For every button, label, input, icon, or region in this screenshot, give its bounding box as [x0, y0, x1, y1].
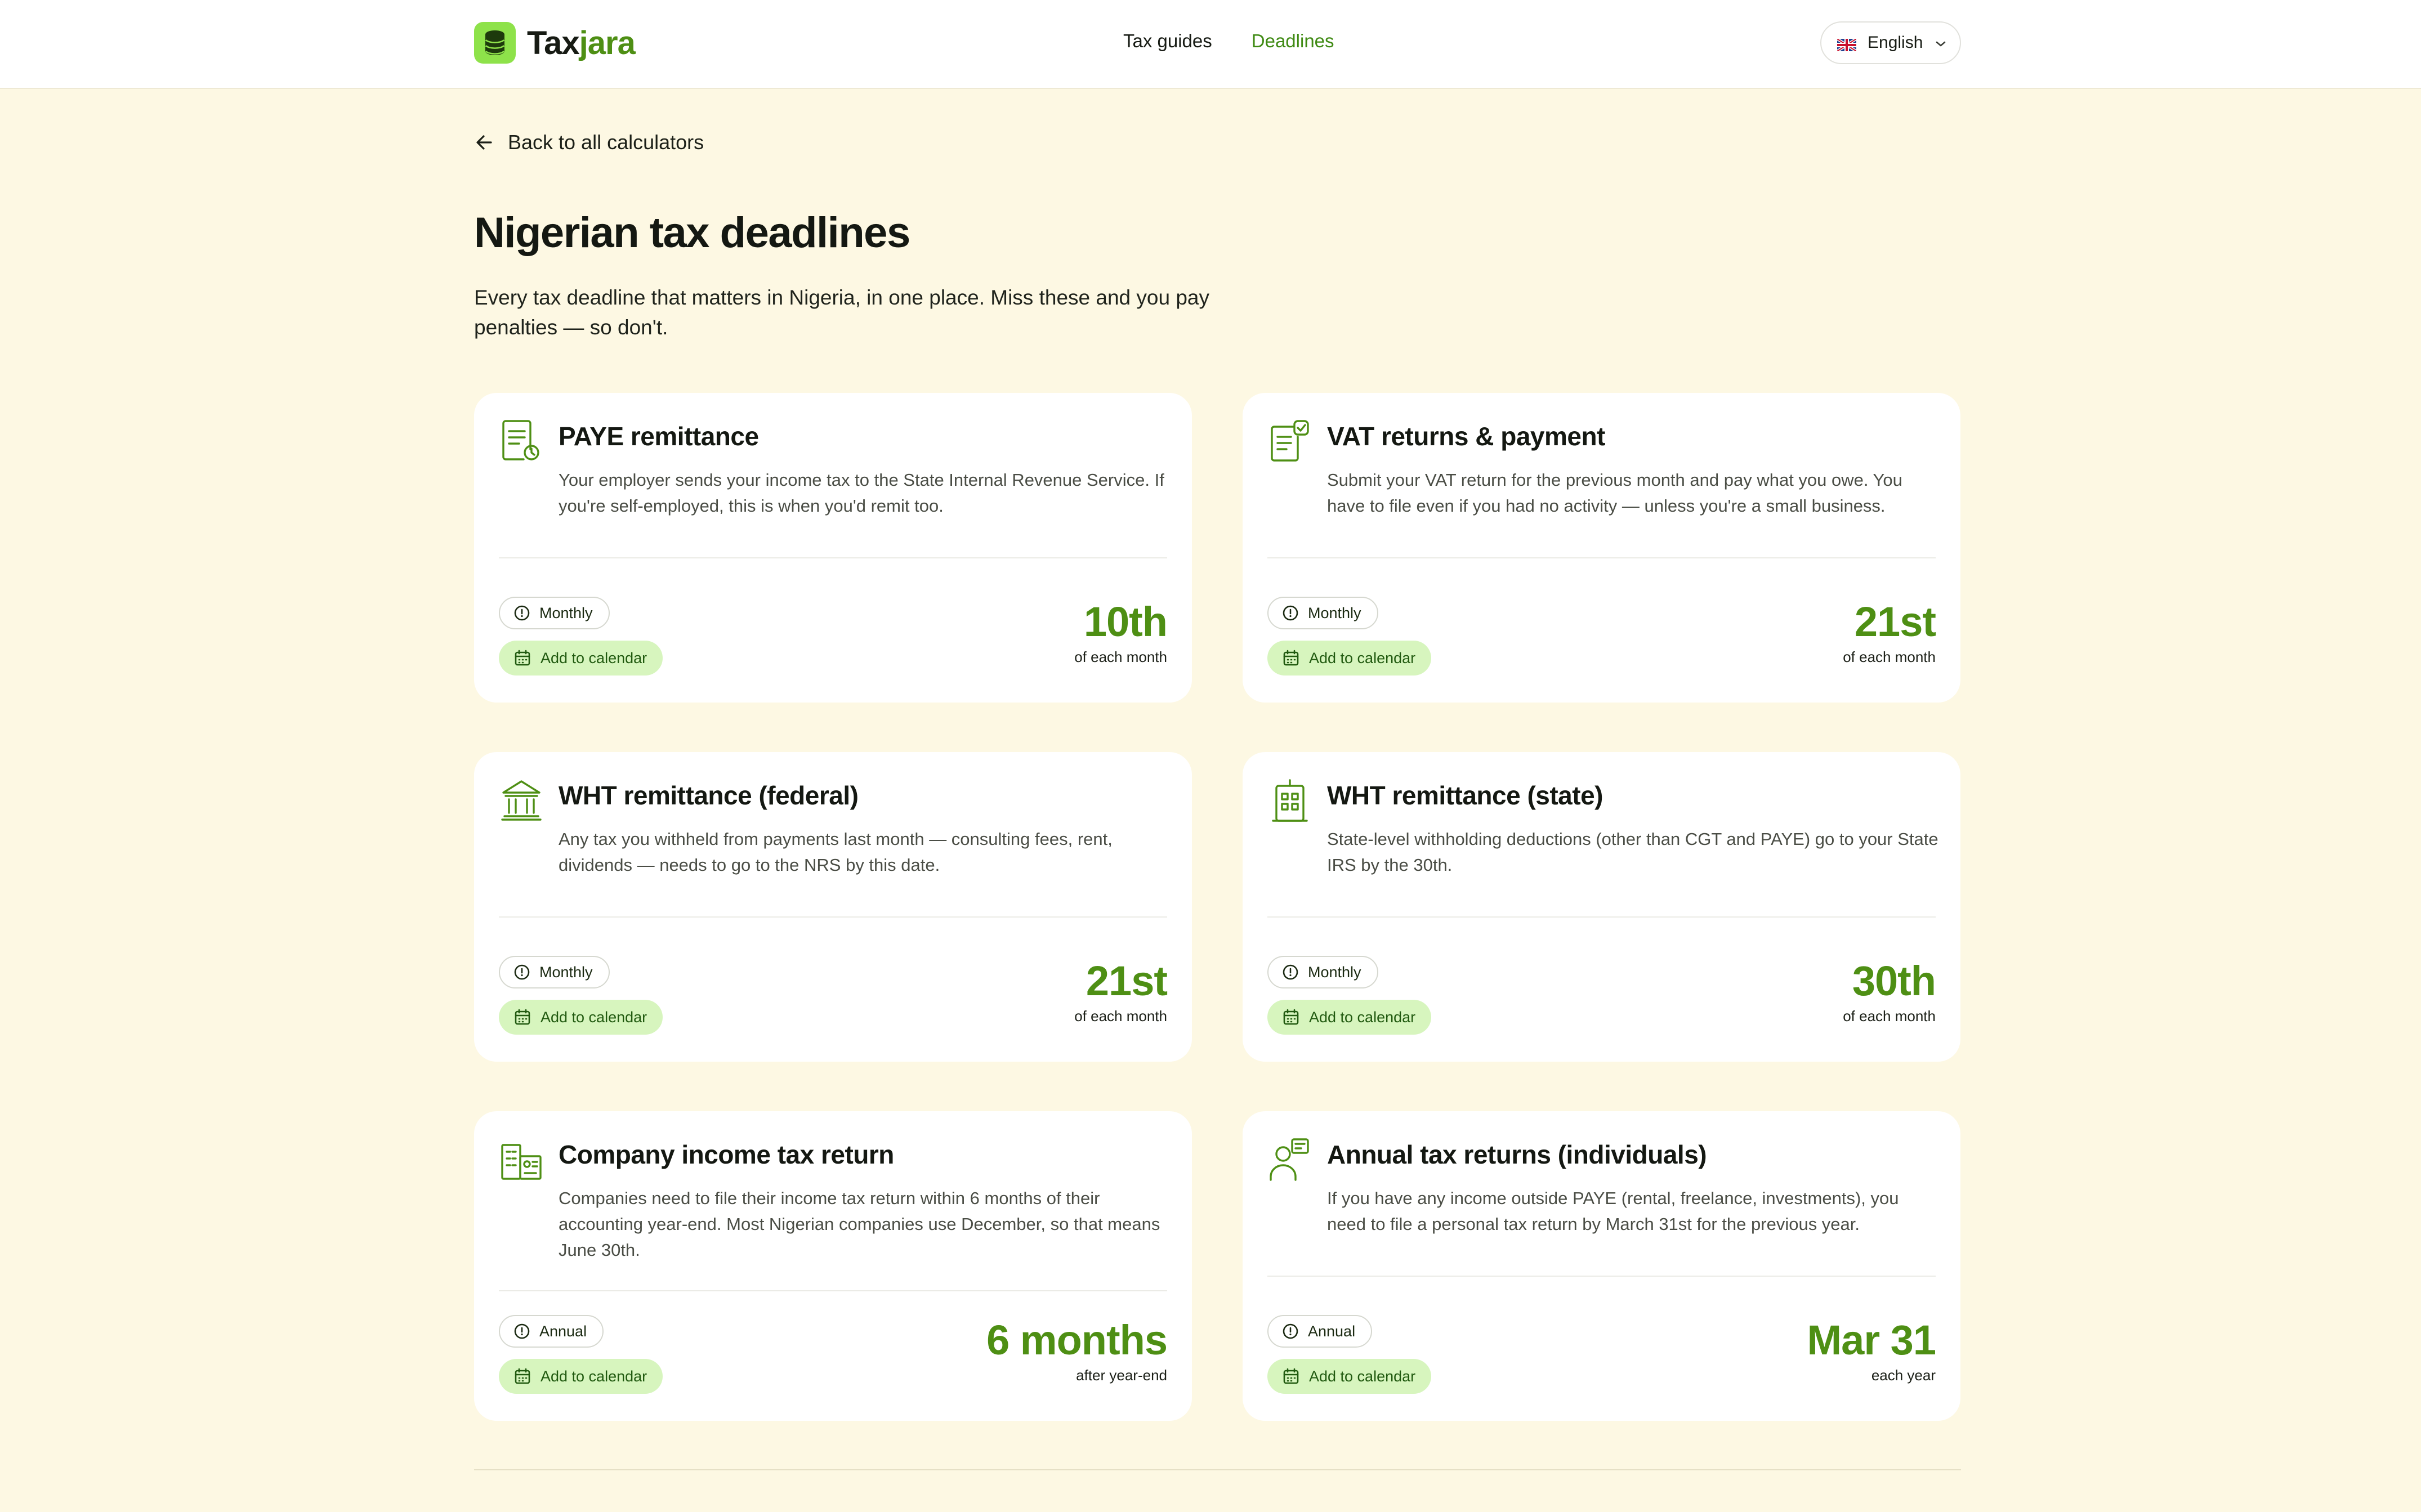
add-to-calendar-button[interactable]: Add to calendar: [1267, 1359, 1432, 1394]
company-building-icon: [500, 1137, 543, 1182]
add-to-calendar-label: Add to calendar: [1309, 1008, 1416, 1026]
person-document-icon: [1268, 1137, 1311, 1182]
state-building-icon: [1268, 778, 1311, 823]
deadline-unit: of each month: [1074, 648, 1167, 665]
frequency-label: Monthly: [539, 604, 593, 621]
language-selector[interactable]: English: [1820, 21, 1961, 64]
card-description: Your employer sends your income tax to t…: [559, 470, 1164, 516]
main-nav: Tax guides Deadlines: [1123, 30, 1334, 52]
frequency-badge: Monthly: [499, 597, 610, 629]
calendar-icon: [1283, 1009, 1299, 1025]
clock-icon: [1283, 605, 1298, 621]
frequency-badge: Monthly: [1267, 956, 1378, 988]
deadline-value: 10th: [1083, 598, 1168, 645]
footer-divider: [474, 1469, 1961, 1470]
deadline-card-paye: PAYE remittance Your employer sends your…: [474, 393, 1192, 703]
frequency-label: Monthly: [539, 963, 593, 981]
calendar-icon: [515, 1368, 530, 1384]
deadline-value: Mar 31: [1807, 1317, 1936, 1363]
nav-deadlines[interactable]: Deadlines: [1252, 30, 1334, 52]
frequency-badge: Annual: [1267, 1315, 1373, 1348]
card-divider: [499, 1290, 1167, 1291]
frequency-label: Annual: [539, 1322, 587, 1340]
card-divider: [1267, 916, 1936, 918]
add-to-calendar-label: Add to calendar: [541, 1008, 647, 1026]
deadline-value: 21st: [1086, 958, 1168, 1004]
card-divider: [1267, 1276, 1936, 1277]
top-header: Taxjara Tax guides Deadlines English: [0, 0, 2421, 89]
deadline-unit: after year-end: [1076, 1367, 1167, 1384]
deadline-unit: of each month: [1074, 1008, 1167, 1025]
language-label: English: [1868, 33, 1923, 52]
card-divider: [499, 557, 1167, 558]
deadline-value: 30th: [1852, 958, 1936, 1004]
clock-icon: [514, 605, 530, 621]
add-to-calendar-button[interactable]: Add to calendar: [499, 641, 663, 676]
calendar-icon: [515, 650, 530, 666]
card-title: VAT returns & payment: [1327, 422, 1605, 451]
card-title: PAYE remittance: [559, 422, 759, 451]
chevron-down-icon: [1935, 33, 1946, 52]
frequency-label: Monthly: [1308, 604, 1361, 621]
card-description: If you have any income outside PAYE (ren…: [1327, 1188, 1899, 1234]
card-description: Companies need to file their income tax …: [559, 1188, 1160, 1260]
frequency-badge: Annual: [499, 1315, 604, 1348]
deadline-card-vat: VAT returns & payment Submit your VAT re…: [1243, 393, 1960, 703]
deadline-card-company-income-tax: Company income tax return Companies need…: [474, 1111, 1192, 1421]
add-to-calendar-button[interactable]: Add to calendar: [499, 1359, 663, 1394]
frequency-label: Monthly: [1308, 963, 1361, 981]
card-title: WHT remittance (federal): [559, 781, 859, 810]
document-clock-icon: [500, 419, 543, 464]
add-to-calendar-button[interactable]: Add to calendar: [499, 1000, 663, 1035]
brand-logo[interactable]: Taxjara: [474, 21, 636, 64]
back-to-calculators-link[interactable]: Back to all calculators: [474, 131, 704, 154]
deadline-value: 21st: [1854, 598, 1936, 645]
add-to-calendar-label: Add to calendar: [541, 649, 647, 666]
back-link-label: Back to all calculators: [508, 131, 704, 154]
calendar-icon: [515, 1009, 530, 1025]
add-to-calendar-label: Add to calendar: [541, 1367, 647, 1385]
clock-icon: [1283, 964, 1298, 980]
deadline-unit: of each month: [1843, 648, 1936, 665]
frequency-badge: Monthly: [1267, 597, 1378, 629]
page-subtitle: Every tax deadline that matters in Niger…: [474, 286, 1209, 339]
add-to-calendar-label: Add to calendar: [1309, 649, 1416, 666]
card-description: Any tax you withheld from payments last …: [559, 829, 1113, 875]
calendar-icon: [1283, 1368, 1299, 1384]
arrow-left-icon: [476, 135, 492, 150]
deadline-card-wht-state: WHT remittance (state) State-level withh…: [1243, 752, 1960, 1062]
frequency-badge: Monthly: [499, 956, 610, 988]
brand-name: Taxjara: [527, 24, 636, 61]
frequency-label: Annual: [1308, 1322, 1356, 1340]
nav-tax-guides[interactable]: Tax guides: [1123, 30, 1212, 52]
bank-icon: [500, 778, 543, 823]
add-to-calendar-label: Add to calendar: [1309, 1367, 1416, 1385]
card-divider: [499, 916, 1167, 918]
deadline-card-annual-individual: Annual tax returns (individuals) If you …: [1243, 1111, 1960, 1421]
clock-icon: [514, 964, 530, 980]
document-check-icon: [1268, 419, 1311, 464]
coins-stack-icon: [474, 22, 516, 64]
deadline-card-wht-federal: WHT remittance (federal) Any tax you wit…: [474, 752, 1192, 1062]
card-divider: [1267, 557, 1936, 558]
card-title: Annual tax returns (individuals): [1327, 1140, 1707, 1169]
add-to-calendar-button[interactable]: Add to calendar: [1267, 641, 1432, 676]
deadline-unit: of each month: [1843, 1008, 1936, 1025]
card-title: WHT remittance (state): [1327, 781, 1603, 810]
page-title: Nigerian tax deadlines: [474, 209, 910, 257]
card-description: State-level withholding deductions (othe…: [1327, 829, 1938, 875]
deadline-value: 6 months: [986, 1317, 1168, 1363]
deadline-unit: each year: [1871, 1367, 1936, 1384]
calendar-icon: [1283, 650, 1299, 666]
add-to-calendar-button[interactable]: Add to calendar: [1267, 1000, 1432, 1035]
clock-icon: [1283, 1323, 1298, 1339]
card-description: Submit your VAT return for the previous …: [1327, 470, 1902, 516]
card-title: Company income tax return: [559, 1140, 894, 1169]
uk-flag-icon: [1836, 37, 1857, 53]
clock-icon: [514, 1323, 530, 1339]
